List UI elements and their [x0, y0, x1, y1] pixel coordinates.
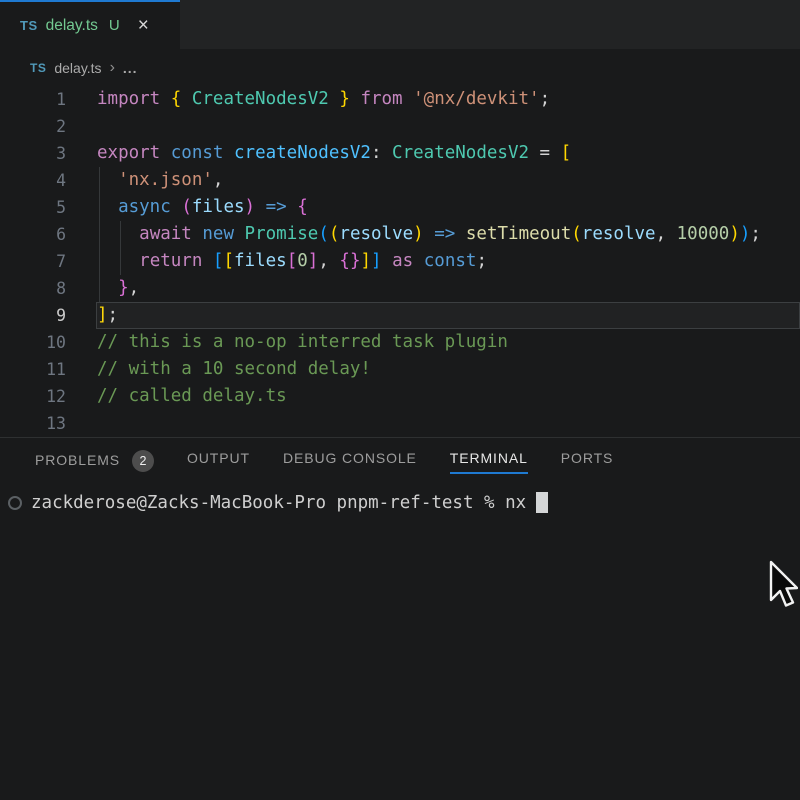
line-number: 6 — [0, 221, 88, 248]
indent-guide — [120, 221, 121, 248]
code-line-10[interactable]: 10// this is a no-op interred task plugi… — [0, 329, 800, 356]
line-number: 9 — [0, 302, 88, 329]
panel-tab-bar: PROBLEMS 2 OUTPUT DEBUG CONSOLE TERMINAL PORT… — [0, 438, 800, 483]
problems-count-badge: 2 — [132, 450, 154, 472]
code-line-8[interactable]: 8 }, — [0, 275, 800, 302]
code-text: async (files) => { — [88, 194, 800, 221]
line-number: 8 — [0, 275, 88, 302]
terminal-cursor — [536, 492, 548, 513]
panel-tab-label: OUTPUT — [187, 450, 250, 474]
line-number: 13 — [0, 410, 88, 437]
line-number: 10 — [0, 329, 88, 356]
code-text: await new Promise((resolve) => setTimeou… — [88, 221, 800, 248]
panel-tab-problems[interactable]: PROBLEMS 2 — [35, 450, 154, 477]
code-text: // this is a no-op interred task plugin — [88, 329, 800, 356]
git-status-badge: U — [109, 17, 120, 34]
tab-filename: delay.ts — [46, 17, 98, 35]
indent-guide — [99, 248, 100, 275]
code-text: 'nx.json', — [88, 167, 800, 194]
line-number: 2 — [0, 113, 88, 140]
code-text: }, — [88, 275, 800, 302]
typescript-file-icon: TS — [30, 61, 46, 75]
code-line-7[interactable]: 7 return [[files[0], {}]] as const; — [0, 248, 800, 275]
code-text: // with a 10 second delay! — [88, 356, 800, 383]
code-text: export const createNodesV2: CreateNodesV… — [88, 140, 800, 167]
code-line-4[interactable]: 4 'nx.json', — [0, 167, 800, 194]
code-line-13[interactable]: 13 — [0, 410, 800, 437]
code-line-1[interactable]: 1import { CreateNodesV2 } from '@nx/devk… — [0, 86, 800, 113]
terminal-command-circle-icon — [8, 496, 22, 510]
code-text — [88, 410, 800, 437]
panel-tab-terminal[interactable]: TERMINAL — [450, 450, 528, 474]
indent-guide — [99, 194, 100, 221]
line-number: 4 — [0, 167, 88, 194]
line-number: 1 — [0, 86, 88, 113]
indent-guide — [99, 275, 100, 302]
line-number: 7 — [0, 248, 88, 275]
code-line-2[interactable]: 2 — [0, 113, 800, 140]
code-line-5[interactable]: 5 async (files) => { — [0, 194, 800, 221]
bottom-panel: PROBLEMS 2 OUTPUT DEBUG CONSOLE TERMINAL PORT… — [0, 437, 800, 800]
code-line-11[interactable]: 11// with a 10 second delay! — [0, 356, 800, 383]
code-line-12[interactable]: 12// called delay.ts — [0, 383, 800, 410]
line-number: 11 — [0, 356, 88, 383]
indent-guide — [120, 248, 121, 275]
indent-guide — [99, 167, 100, 194]
terminal-prompt: zackderose@Zacks-MacBook-Pro pnpm-ref-te… — [31, 493, 526, 513]
line-number: 5 — [0, 194, 88, 221]
code-line-6[interactable]: 6 await new Promise((resolve) => setTime… — [0, 221, 800, 248]
close-icon[interactable]: × — [138, 16, 149, 35]
panel-tab-label: TERMINAL — [450, 450, 528, 474]
panel-tab-output[interactable]: OUTPUT — [187, 450, 250, 474]
panel-tab-label: DEBUG CONSOLE — [283, 450, 417, 474]
code-text: import { CreateNodesV2 } from '@nx/devki… — [88, 86, 800, 113]
code-line-3[interactable]: 3export const createNodesV2: CreateNodes… — [0, 140, 800, 167]
editor-tab-bar: TS delay.ts U × — [0, 0, 800, 49]
panel-tab-debug-console[interactable]: DEBUG CONSOLE — [283, 450, 417, 474]
breadcrumb-filename[interactable]: delay.ts — [54, 60, 101, 76]
chevron-right-icon: › — [110, 59, 115, 77]
indent-guide — [99, 221, 100, 248]
tab-delay-ts[interactable]: TS delay.ts U × — [0, 0, 180, 49]
code-text — [88, 113, 800, 140]
line-number: 3 — [0, 140, 88, 167]
code-line-9[interactable]: 9]; — [0, 302, 800, 329]
code-editor[interactable]: 1import { CreateNodesV2 } from '@nx/devk… — [0, 86, 800, 437]
breadcrumb-ellipsis[interactable]: ... — [123, 60, 138, 76]
code-text: ]; — [88, 302, 800, 329]
typescript-file-icon: TS — [20, 18, 38, 33]
code-lines: 1import { CreateNodesV2 } from '@nx/devk… — [0, 86, 800, 437]
terminal[interactable]: zackderose@Zacks-MacBook-Pro pnpm-ref-te… — [0, 492, 800, 513]
code-text: return [[files[0], {}]] as const; — [88, 248, 800, 275]
panel-tab-label: PORTS — [561, 450, 613, 474]
code-text: // called delay.ts — [88, 383, 800, 410]
breadcrumb[interactable]: TS delay.ts › ... — [0, 49, 800, 86]
panel-tab-ports[interactable]: PORTS — [561, 450, 613, 474]
line-number: 12 — [0, 383, 88, 410]
panel-tab-label: PROBLEMS — [35, 452, 120, 476]
